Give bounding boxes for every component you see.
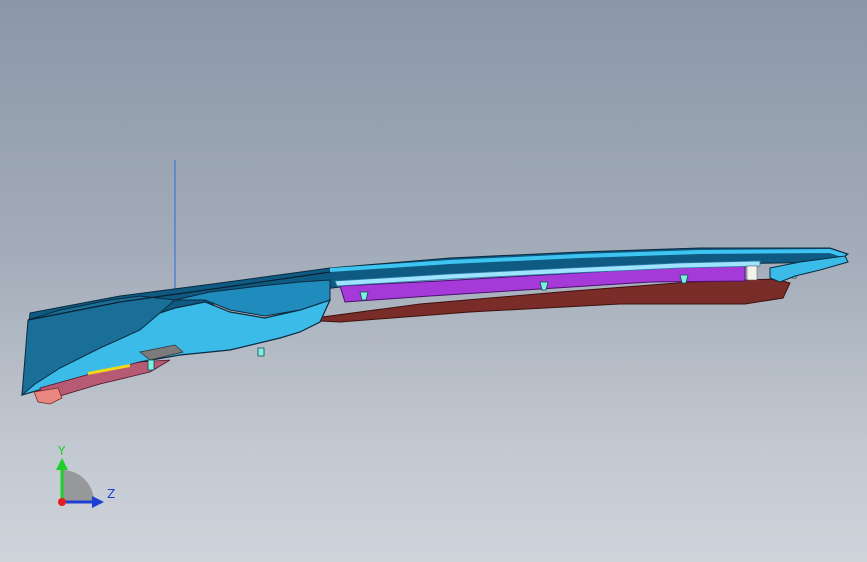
cad-3d-viewport[interactable]: Y Z bbox=[0, 0, 867, 562]
triad-y-label: Y bbox=[57, 444, 66, 458]
orientation-triad[interactable]: Y Z bbox=[40, 440, 160, 530]
triad-y-arrow bbox=[56, 458, 68, 470]
triad-z-label: Z bbox=[107, 487, 115, 501]
mount-bolt-2 bbox=[257, 347, 265, 357]
mount-bolt bbox=[147, 359, 155, 371]
triad-quarter-disc bbox=[62, 470, 94, 502]
end-cap-white bbox=[746, 265, 758, 281]
triad-z-arrow bbox=[92, 496, 104, 508]
triad-origin bbox=[58, 498, 66, 506]
